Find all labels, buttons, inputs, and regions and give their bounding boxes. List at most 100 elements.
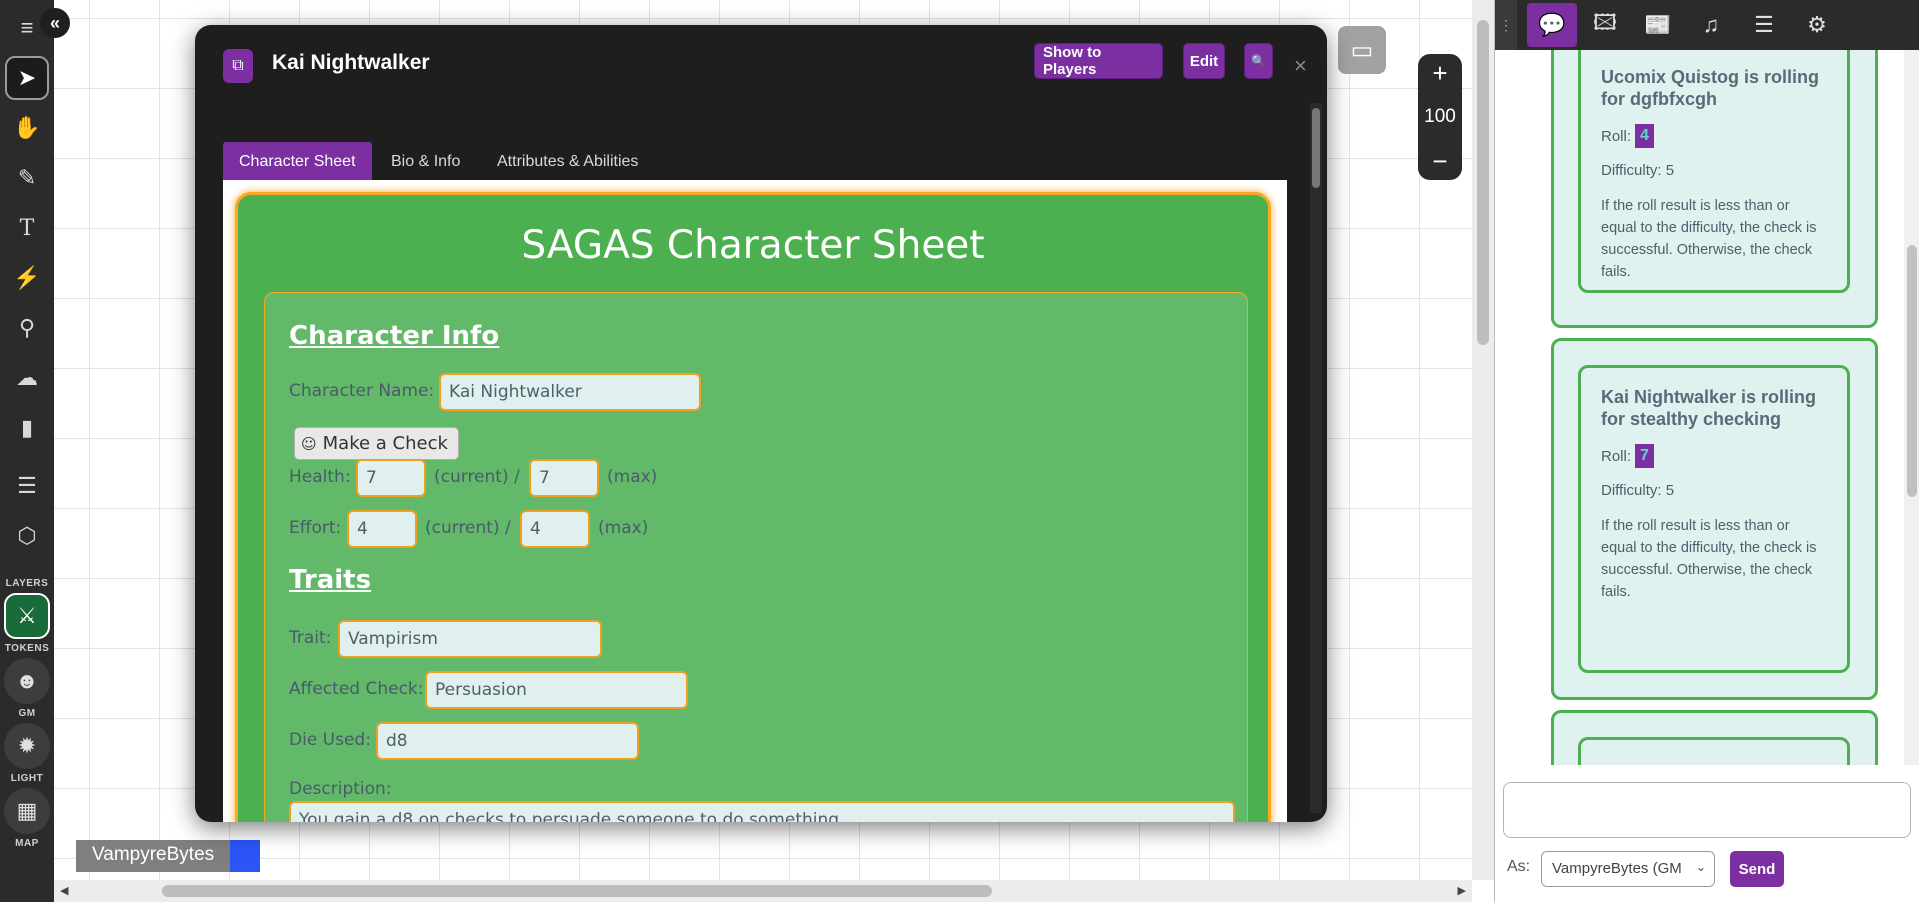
effort-max-input[interactable]: 4 bbox=[520, 510, 590, 548]
difficulty-line: Difficulty: 5 bbox=[1601, 482, 1675, 499]
trait-input[interactable]: Vampirism bbox=[338, 620, 602, 658]
collapse-toolbar-icon[interactable]: « bbox=[40, 8, 70, 38]
zoom-level[interactable]: 100 bbox=[1424, 106, 1456, 128]
dice-icon: ☺ bbox=[301, 434, 317, 453]
notes-icon[interactable]: ☰ bbox=[5, 464, 49, 508]
chat-scrollbar[interactable] bbox=[1904, 50, 1919, 765]
jukebox-tab-icon[interactable]: ♫ bbox=[1686, 3, 1736, 47]
chat-message bbox=[1551, 710, 1878, 765]
scroll-left-icon[interactable]: ◀ bbox=[60, 884, 68, 897]
character-info-heading: Character Info bbox=[289, 321, 500, 351]
effort-label: Effort: bbox=[289, 518, 342, 538]
roll-label: Roll: bbox=[1601, 127, 1632, 145]
player-name: VampyreBytes bbox=[76, 840, 231, 872]
roll-value[interactable]: 4 bbox=[1635, 124, 1654, 148]
measure-icon[interactable]: ⚲ bbox=[5, 306, 49, 350]
speaking-as-select[interactable]: VampyreBytes (GM ⌄ bbox=[1541, 851, 1715, 887]
character-name-label: Character Name: bbox=[289, 381, 435, 401]
pan-icon[interactable]: ✋ bbox=[5, 106, 49, 150]
description-label: Description: bbox=[289, 779, 392, 799]
gm-layer-button[interactable]: ☻ bbox=[4, 658, 50, 704]
sheet-title: SAGAS Character Sheet bbox=[521, 223, 985, 268]
send-button[interactable]: Send bbox=[1730, 851, 1784, 887]
light-label: LIGHT bbox=[10, 773, 44, 784]
fx-icon[interactable]: ⚡ bbox=[5, 256, 49, 300]
health-max-input[interactable]: 7 bbox=[529, 459, 599, 497]
player-color-swatch[interactable] bbox=[230, 840, 261, 872]
light-layer-button[interactable]: ✹ bbox=[4, 723, 50, 769]
settings-tab-icon[interactable]: ⚙ bbox=[1792, 3, 1842, 47]
chevron-down-icon: ⌄ bbox=[1695, 860, 1706, 874]
zoom-out-button[interactable]: − bbox=[1432, 148, 1447, 174]
scrollbar-thumb[interactable] bbox=[162, 885, 992, 897]
ruler-icon[interactable]: ▮ bbox=[5, 406, 49, 450]
fog-icon[interactable]: ☁ bbox=[5, 356, 49, 400]
roll-title: Kai Nightwalker is rolling for stealthy … bbox=[1601, 387, 1817, 429]
health-label: Health: bbox=[289, 467, 351, 487]
zoom-in-button[interactable]: + bbox=[1432, 60, 1447, 86]
scroll-right-icon[interactable]: ▶ bbox=[1458, 884, 1466, 897]
character-sheet-frame: SAGAS Character Sheet Character Info Cha… bbox=[223, 180, 1287, 822]
map-layer-button[interactable]: ▦ bbox=[4, 788, 50, 834]
dialog-scrollbar[interactable] bbox=[1310, 103, 1322, 813]
trait-label: Trait: bbox=[289, 628, 332, 648]
right-sidebar: ⋮ 💬 🖾 📰 ♫ ☰ ⚙ Ucomix Quistog is rolling … bbox=[1494, 0, 1919, 902]
affected-check-input[interactable]: Persuasion bbox=[425, 671, 688, 709]
scrollbar-thumb[interactable] bbox=[1907, 245, 1917, 497]
canvas-horizontal-scrollbar[interactable]: ◀ ▶ bbox=[54, 880, 1472, 902]
difficulty-line: Difficulty: 5 bbox=[1601, 162, 1675, 179]
search-icon[interactable]: 🔍 bbox=[1244, 43, 1273, 79]
effort-current-input[interactable]: 4 bbox=[347, 510, 417, 548]
handout-icon: ⧉ bbox=[223, 49, 253, 83]
roll-template: Ucomix Quistog is rolling for dgfbfxcgh … bbox=[1578, 50, 1850, 293]
max-label: (max) bbox=[598, 518, 649, 538]
affected-check-label: Affected Check: bbox=[289, 679, 424, 699]
chat-input[interactable] bbox=[1503, 782, 1911, 838]
canvas-vertical-scrollbar[interactable] bbox=[1472, 0, 1494, 880]
sidebar-tabs: ⋮ 💬 🖾 📰 ♫ ☰ ⚙ bbox=[1495, 0, 1919, 50]
scrollbar-thumb[interactable] bbox=[1312, 108, 1320, 188]
roll-value[interactable]: 7 bbox=[1635, 444, 1654, 468]
make-a-check-label: Make a Check bbox=[322, 433, 448, 454]
sheet-card: SAGAS Character Sheet Character Info Cha… bbox=[235, 192, 1271, 822]
tokens-layer-button[interactable]: ⚔ bbox=[4, 593, 50, 639]
tab-attributes-abilities[interactable]: Attributes & Abilities bbox=[497, 142, 638, 182]
journal-tab-icon[interactable]: 📰 bbox=[1633, 3, 1683, 47]
character-name-input[interactable]: Kai Nightwalker bbox=[439, 373, 701, 411]
compendium-tab-icon[interactable]: ☰ bbox=[1739, 3, 1789, 47]
tab-character-sheet[interactable]: Character Sheet bbox=[223, 142, 372, 182]
edit-button[interactable]: Edit bbox=[1183, 43, 1225, 79]
current-label: (current) / bbox=[434, 467, 520, 487]
select-icon[interactable]: ➤ bbox=[5, 56, 49, 100]
chat-tab-icon[interactable]: 💬 bbox=[1527, 3, 1577, 47]
close-icon[interactable]: × bbox=[1294, 53, 1307, 79]
roll-description: If the roll result is less than or equal… bbox=[1601, 518, 1817, 600]
draw-icon[interactable]: ✎ bbox=[5, 156, 49, 200]
roll-template bbox=[1578, 737, 1850, 765]
show-to-players-button[interactable]: Show to Players bbox=[1034, 43, 1163, 79]
roll-label: Roll: bbox=[1601, 447, 1632, 465]
dialog-title: Kai Nightwalker bbox=[272, 51, 430, 74]
scrollbar-thumb[interactable] bbox=[1477, 20, 1489, 345]
speaking-as-value: VampyreBytes (GM bbox=[1552, 860, 1682, 877]
health-current-input[interactable]: 7 bbox=[356, 459, 426, 497]
traits-heading: Traits bbox=[289, 565, 372, 595]
make-a-check-button[interactable]: ☺ Make a Check bbox=[294, 427, 459, 460]
player-badge[interactable]: VampyreBytes bbox=[76, 840, 261, 872]
left-toolbar: ≡ ➤ ✋ ✎ T ⚡ ⚲ ☁ ▮ ☰ ⬡ LAYERS ⚔ TOKENS ☻ … bbox=[0, 0, 54, 902]
description-input[interactable]: You gain a d8 on checks to persuade some… bbox=[289, 801, 1235, 822]
dialog-tabs: Character Sheet Bio & Info Attributes & … bbox=[223, 116, 1287, 182]
die-used-input[interactable]: d8 bbox=[376, 722, 639, 760]
dice-icon[interactable]: ⬡ bbox=[5, 514, 49, 558]
roll-title: Ucomix Quistog is rolling for dgfbfxcgh bbox=[1601, 67, 1820, 109]
text-icon[interactable]: T bbox=[5, 206, 49, 250]
sidebar-collapse-handle[interactable]: ⋮ bbox=[1495, 0, 1517, 50]
chat-log[interactable]: Ucomix Quistog is rolling for dgfbfxcgh … bbox=[1495, 50, 1904, 765]
tab-bio-info[interactable]: Bio & Info bbox=[391, 142, 460, 182]
zoom-control: + 100 − bbox=[1418, 54, 1462, 180]
token-drawer-icon[interactable]: ▭ bbox=[1338, 26, 1386, 74]
dialog-header[interactable]: ⧉ Kai Nightwalker Show to Players Edit 🔍… bbox=[195, 25, 1327, 103]
art-library-tab-icon[interactable]: 🖾 bbox=[1580, 3, 1630, 47]
chat-message: Ucomix Quistog is rolling for dgfbfxcgh … bbox=[1551, 50, 1878, 328]
current-label: (current) / bbox=[425, 518, 511, 538]
